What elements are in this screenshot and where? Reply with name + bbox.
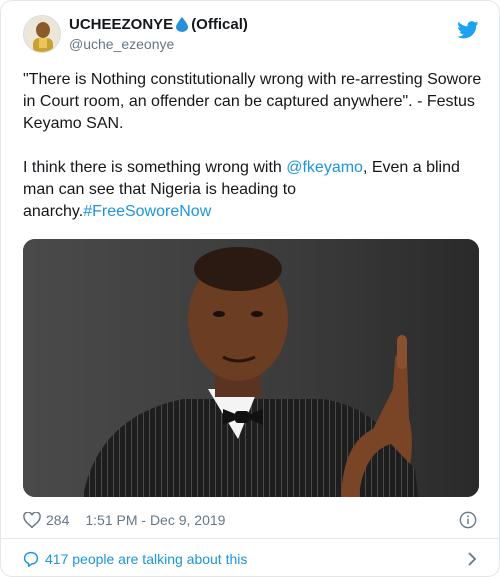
user-names: UCHEEZONYE (Offical) @uche_ezeonye <box>69 16 248 52</box>
tweet-meta: 284 1:51 PM - Dec 9, 2019 <box>23 510 479 530</box>
info-icon[interactable] <box>459 511 477 529</box>
avatar[interactable] <box>23 15 61 53</box>
user-handle[interactable]: @uche_ezeonye <box>69 36 248 52</box>
display-name-text[interactable]: UCHEEZONYE <box>69 16 173 33</box>
speech-bubble-icon <box>23 551 39 567</box>
comment-text-start: I think there is something wrong with <box>23 159 287 176</box>
conversation-label[interactable]: 417 people are talking about this <box>45 551 247 567</box>
tweet-header: UCHEEZONYE (Offical) @uche_ezeonye <box>23 15 483 61</box>
twitter-bird-icon[interactable] <box>457 21 479 39</box>
display-name[interactable]: UCHEEZONYE (Offical) <box>69 16 248 33</box>
tweet-paragraph-quote: "There is Nothing constitutionally wrong… <box>23 71 482 132</box>
tweet-paragraph-comment: I think there is something wrong with @f… <box>23 157 488 223</box>
tweet-text: "There is Nothing constitutionally wrong… <box>23 69 488 223</box>
display-name-suffix[interactable]: (Offical) <box>191 16 248 33</box>
footer-divider <box>1 538 499 539</box>
conversation-link[interactable]: 417 people are talking about this <box>23 548 479 570</box>
hashtag-link[interactable]: #FreeSoworeNow <box>83 203 211 220</box>
like-count[interactable]: 284 <box>46 512 69 528</box>
tweet-timestamp[interactable]: 1:51 PM - Dec 9, 2019 <box>85 512 225 528</box>
chevron-right-icon[interactable] <box>467 552 477 566</box>
mention-link[interactable]: @fkeyamo <box>286 159 363 176</box>
heart-icon[interactable] <box>23 512 41 528</box>
tweet-photo[interactable] <box>23 239 479 497</box>
water-drop-icon <box>176 17 189 32</box>
tweet-card: UCHEEZONYE (Offical) @uche_ezeonye "Ther… <box>0 0 500 577</box>
